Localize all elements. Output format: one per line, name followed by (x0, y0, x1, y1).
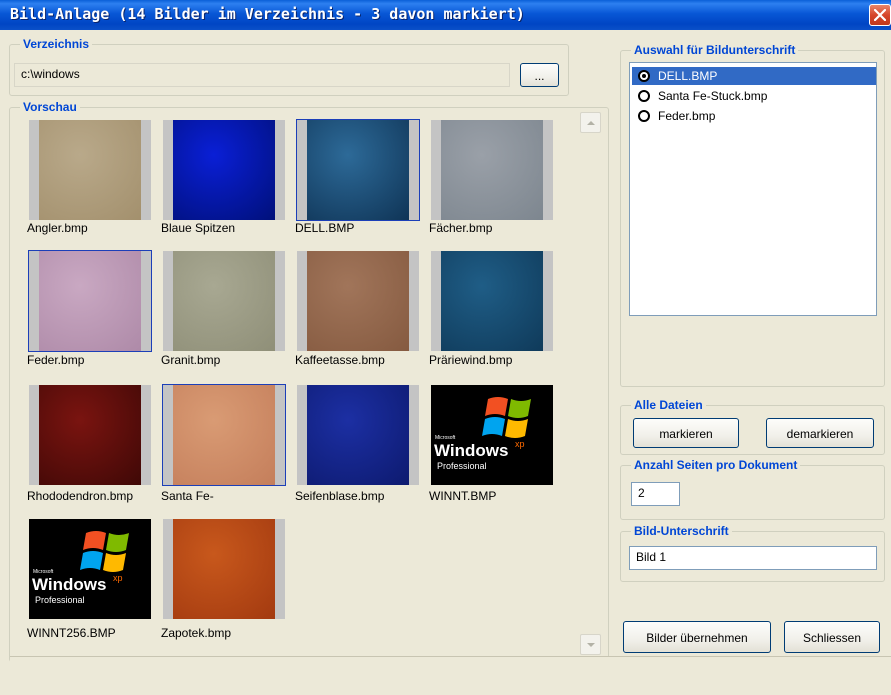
dialog-window: Bild-Anlage (14 Bilder im Verzeichnis - … (0, 0, 891, 695)
radio-selected-icon[interactable] (638, 70, 650, 82)
list-item-santa-fe[interactable]: Santa Fe-Stuck.bmp (632, 87, 876, 105)
thumbnail-image[interactable] (29, 385, 151, 485)
demarkieren-label: demarkieren (786, 427, 854, 441)
list-item-label: Feder.bmp (658, 109, 716, 123)
thumbnail-image[interactable] (29, 120, 151, 220)
svg-text:Windows: Windows (434, 441, 508, 460)
thumbnail-image[interactable]: Microsoft Windows xp Professional (431, 385, 553, 485)
thumbnail-image[interactable] (296, 119, 420, 221)
thumbnail-image[interactable] (162, 384, 286, 486)
svg-text:Windows: Windows (32, 575, 106, 594)
arrow-up-icon (587, 121, 595, 125)
thumbnail-picture: Microsoft Windows xp Professional (431, 385, 553, 485)
auswahl-legend: Auswahl für Bildunterschrift (634, 43, 796, 57)
list-item-feder[interactable]: Feder.bmp (632, 107, 876, 125)
caption-selection-list[interactable]: DELL.BMP Santa Fe-Stuck.bmp Feder.bmp (629, 62, 877, 316)
list-item-dell[interactable]: DELL.BMP (632, 67, 876, 85)
thumbnail-label: Präriewind.bmp (429, 353, 513, 367)
thumbnail-label: DELL.BMP (295, 221, 355, 235)
svg-text:Professional: Professional (35, 595, 85, 605)
thumbnail-picture (441, 251, 543, 351)
bilder-uebernehmen-button[interactable]: Bilder übernehmen (623, 621, 771, 653)
thumbnail-picture (173, 120, 275, 220)
bilder-uebernehmen-label: Bilder übernehmen (646, 631, 748, 645)
thumbnail-picture: Microsoft Windows xp Professional (29, 519, 151, 619)
alle-dateien-legend: Alle Dateien (634, 398, 703, 412)
schliessen-label: Schliessen (802, 631, 862, 645)
close-button[interactable] (869, 4, 891, 26)
thumbnail-label: Granit.bmp (161, 353, 221, 367)
thumbnail-label: Angler.bmp (27, 221, 88, 235)
list-item-label: DELL.BMP (658, 69, 718, 83)
anzahl-legend: Anzahl Seiten pro Dokument (634, 458, 798, 472)
thumbnail-label: Santa Fe- (161, 489, 214, 503)
thumbnail-picture (441, 120, 543, 220)
title-bar: Bild-Anlage (14 Bilder im Verzeichnis - … (0, 0, 891, 30)
thumbnail-label: Zapotek.bmp (161, 626, 232, 640)
scroll-down-button[interactable] (580, 634, 601, 655)
verzeichnis-legend: Verzeichnis (23, 37, 90, 51)
list-item-label: Santa Fe-Stuck.bmp (658, 89, 768, 103)
schliessen-button[interactable]: Schliessen (784, 621, 880, 653)
svg-text:Professional: Professional (437, 461, 487, 471)
preview-scrollbar[interactable] (580, 112, 601, 658)
thumbnail-image[interactable] (163, 120, 285, 220)
svg-text:xp: xp (113, 573, 123, 583)
thumbnail-label: Seifenblase.bmp (295, 489, 385, 503)
thumbnail-picture (173, 251, 275, 351)
unterschrift-legend: Bild-Unterschrift (634, 524, 729, 538)
thumbnail-image[interactable] (431, 120, 553, 220)
browse-button-label: ... (534, 69, 545, 83)
thumbnail-picture (39, 120, 141, 220)
thumbnail-label: Feder.bmp (27, 353, 85, 367)
browse-button[interactable]: ... (520, 63, 559, 87)
thumbnail-label: Fächer.bmp (429, 221, 493, 235)
thumbnail-label: WINNT.BMP (429, 489, 497, 503)
thumbnail-image[interactable] (431, 251, 553, 351)
pages-per-document-input[interactable]: 2 (631, 482, 680, 506)
thumbnail-picture (307, 120, 409, 220)
thumbnail-picture (173, 385, 275, 485)
scroll-up-button[interactable] (580, 112, 601, 133)
caption-input[interactable]: Bild 1 (629, 546, 877, 570)
thumbnail-image[interactable] (163, 519, 285, 619)
thumbnail-image[interactable] (28, 250, 152, 352)
thumbnail-label: Blaue Spitzen (161, 221, 236, 235)
markieren-label: markieren (659, 427, 713, 441)
thumbnail-label: Kaffeetasse.bmp (295, 353, 385, 367)
thumbnail-label: WINNT256.BMP (27, 626, 116, 640)
arrow-down-icon (587, 643, 595, 647)
thumbnail-image[interactable]: Microsoft Windows xp Professional (29, 519, 151, 619)
svg-text:xp: xp (515, 439, 525, 449)
thumbnail-image[interactable] (163, 251, 285, 351)
close-icon (874, 9, 886, 21)
demarkieren-button[interactable]: demarkieren (766, 418, 874, 448)
directory-path-field[interactable]: c:\windows (14, 63, 510, 87)
vorschau-legend: Vorschau (23, 100, 77, 114)
thumbnail-picture (39, 385, 141, 485)
thumbnail-picture (173, 519, 275, 619)
radio-icon[interactable] (638, 110, 650, 122)
thumbnail-picture (39, 251, 141, 351)
thumbnail-label: Rhododendron.bmp (27, 489, 134, 503)
thumbnail-picture (307, 385, 409, 485)
status-bar (10, 656, 891, 695)
window-title: Bild-Anlage (14 Bilder im Verzeichnis - … (10, 5, 525, 23)
radio-icon[interactable] (638, 90, 650, 102)
thumbnail-image[interactable] (297, 251, 419, 351)
thumbnail-image[interactable] (297, 385, 419, 485)
thumbnail-picture (307, 251, 409, 351)
markieren-button[interactable]: markieren (633, 418, 739, 448)
